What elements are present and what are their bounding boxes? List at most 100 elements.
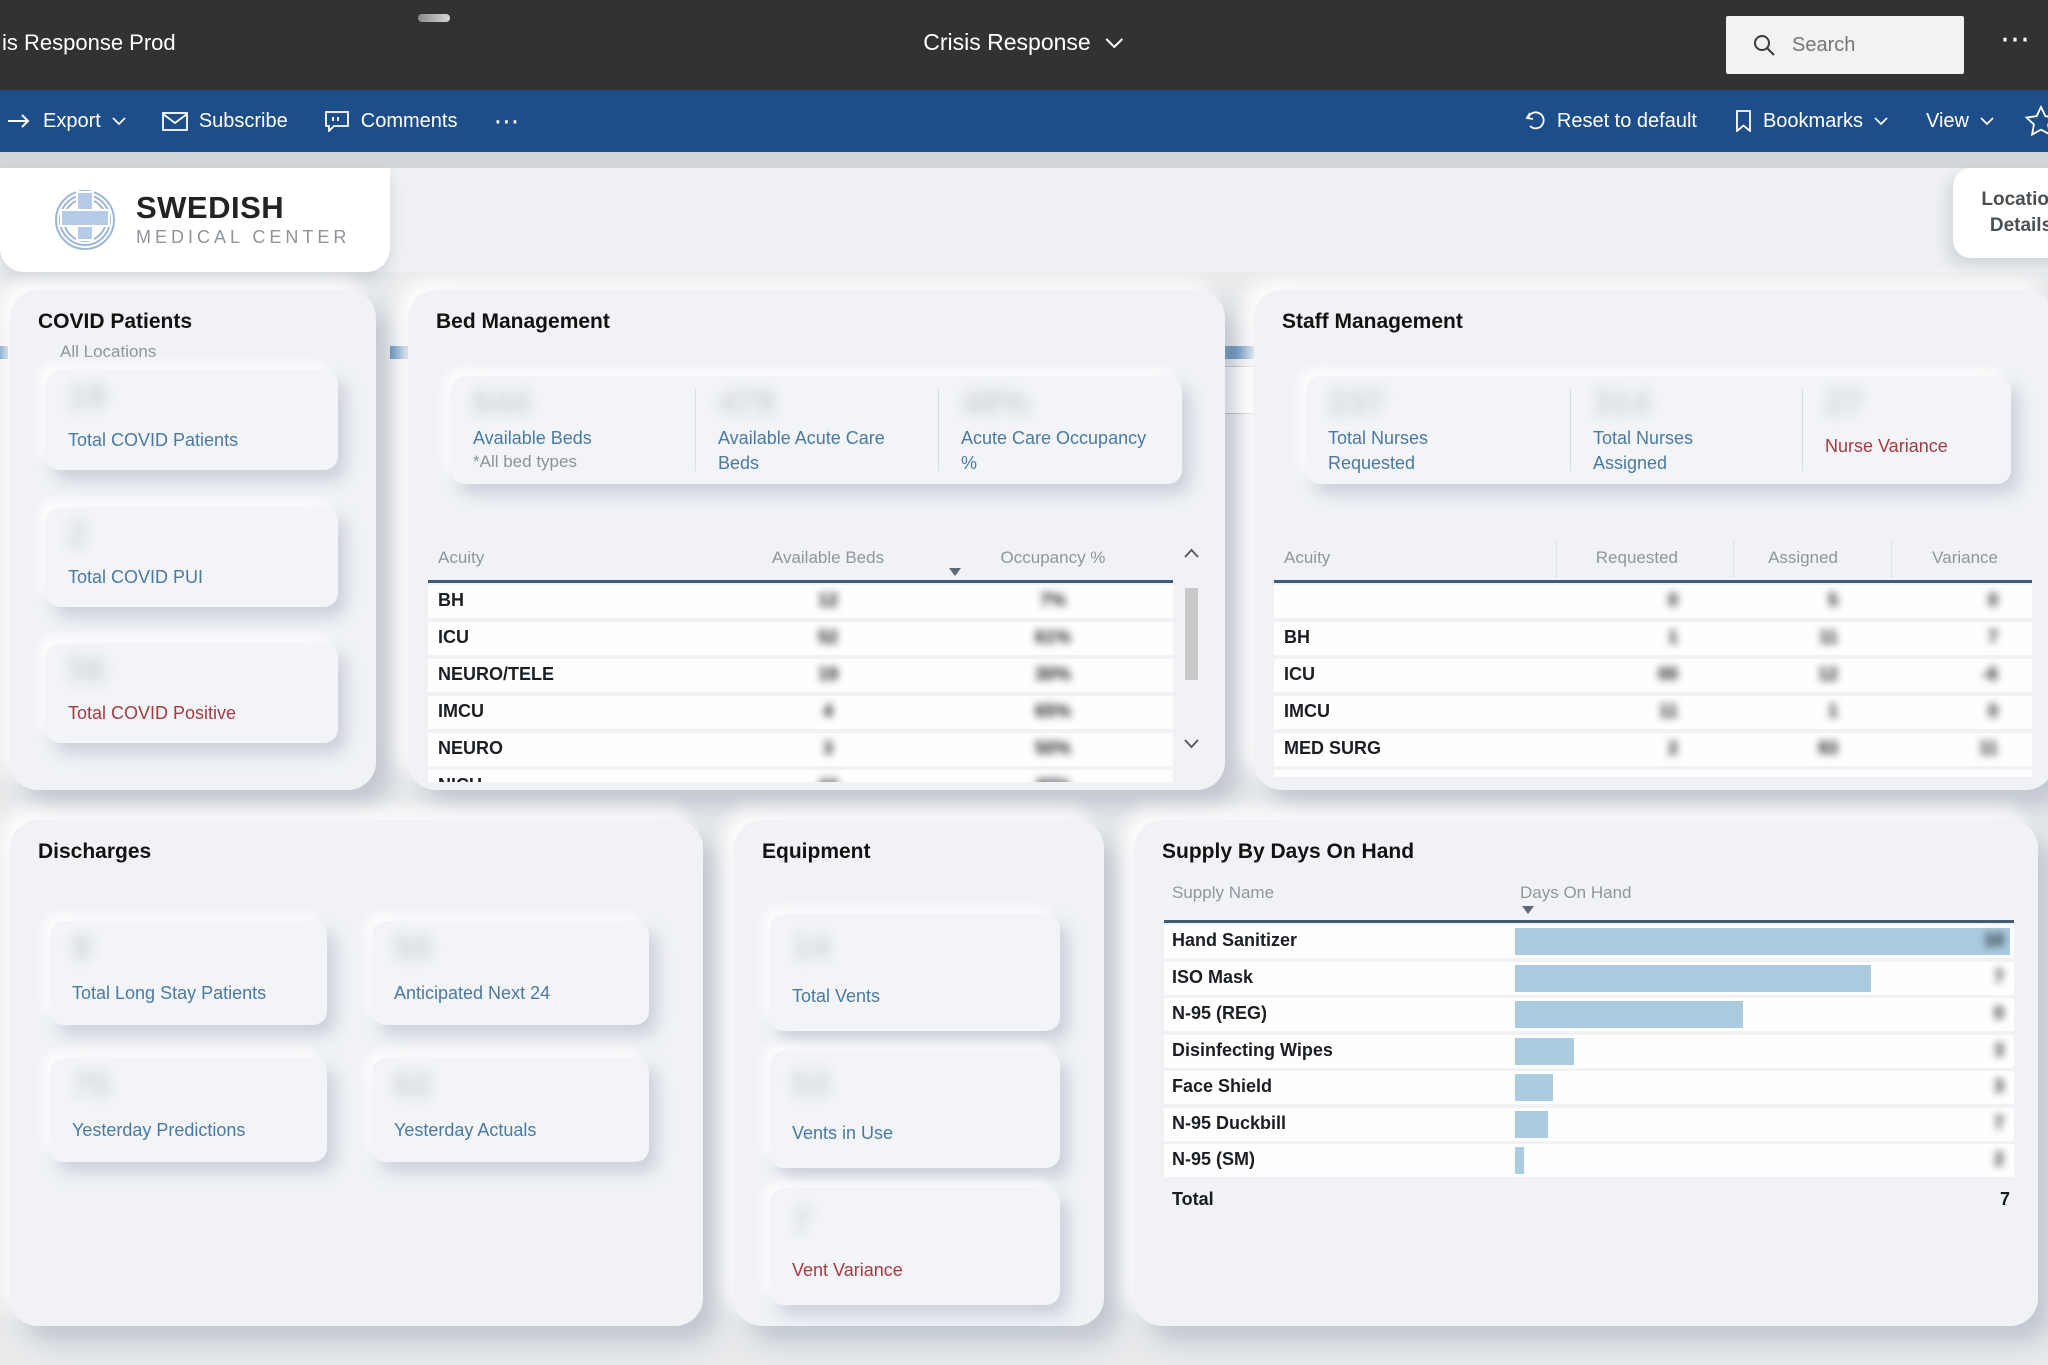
kpi-value-redacted: 14 xyxy=(792,928,830,966)
kpi-value-redacted: 2 xyxy=(68,515,87,553)
table-row[interactable]: N-95 (REG) 0 xyxy=(1164,998,2014,1031)
reset-label: Reset to default xyxy=(1556,109,1697,132)
table-row[interactable]: Disinfecting Wipes 3 xyxy=(1164,1034,2014,1068)
column-header-requested[interactable]: Requested xyxy=(1528,548,1678,568)
kpi-vents-in-use[interactable]: 53 Vents in Use xyxy=(770,1051,1060,1168)
kpi-yesterday-predictions[interactable]: 75 Yesterday Predictions xyxy=(50,1058,327,1162)
kpi-label: Total COVID PUI xyxy=(68,567,204,587)
kpi-value-redacted: 237 xyxy=(1328,384,1385,422)
column-header-acuity[interactable]: Acuity xyxy=(438,548,484,568)
kpi-label: Total Long Stay Patients xyxy=(72,983,267,1003)
chevron-down-icon xyxy=(1980,116,1994,125)
chevron-down-icon xyxy=(1874,116,1888,125)
accent-strip-left xyxy=(0,346,8,359)
card-title: Discharges xyxy=(38,840,152,863)
table-row[interactable]: N-95 (SM) 2 xyxy=(1164,1144,2014,1177)
kpi-value-redacted: 48% xyxy=(961,384,1030,422)
reset-to-default-button[interactable]: Reset to default xyxy=(1524,110,1697,133)
scroll-up-icon[interactable] xyxy=(1183,548,1200,559)
kpi-label: Nurse Variance xyxy=(1825,436,1948,456)
kpi-label: Total Vents xyxy=(792,986,881,1006)
days-on-hand-bar xyxy=(1515,1074,1553,1101)
bed-kpi-strip[interactable]: 644 Available Beds *All bed types 479 Av… xyxy=(451,376,1182,484)
kpi-label: Vents in Use xyxy=(792,1123,894,1143)
kpi-value-redacted: 75 xyxy=(72,1066,110,1104)
kpi-value-redacted: 50 xyxy=(394,929,432,967)
kpi-value-redacted: 314 xyxy=(1593,384,1650,422)
card-title: Staff Management xyxy=(1282,310,1463,333)
table-row[interactable]: Hand Sanitizer 10 xyxy=(1164,925,2014,958)
table-row[interactable]: NEURO 3 50% xyxy=(428,733,1173,766)
table-row[interactable]: BH 12 7% xyxy=(428,585,1173,618)
column-header-occupancy[interactable]: Occupancy % xyxy=(968,548,1138,568)
table-row[interactable]: ICU 00 12 -6 xyxy=(1274,659,2032,692)
column-header-days-on-hand[interactable]: Days On Hand xyxy=(1520,883,1632,903)
column-header-variance[interactable]: Variance xyxy=(1848,548,1998,568)
table-row[interactable]: IMCU 11 1 0 xyxy=(1274,696,2032,729)
swedish-emblem-icon xyxy=(52,184,118,256)
workspace-title: is Response Prod xyxy=(2,30,176,55)
kpi-total-covid-positive[interactable]: 56 Total COVID Positive xyxy=(46,643,338,743)
kpi-label: Available Acute Care Beds xyxy=(718,428,885,473)
table-row[interactable]: Face Shield 3 xyxy=(1164,1071,2014,1104)
staff-management-card: Staff Management 237 Total Nurses Reques… xyxy=(1254,290,2048,790)
report-title: Crisis Response xyxy=(923,29,1091,55)
subscribe-label: Subscribe xyxy=(198,109,288,132)
bookmarks-button[interactable]: Bookmarks xyxy=(1735,110,1888,133)
view-button[interactable]: View xyxy=(1926,110,1994,133)
more-options-button[interactable]: ⋯ xyxy=(2000,22,2032,57)
staff-kpi-strip[interactable]: 237 Total Nurses Requested 314 Total Nur… xyxy=(1306,376,2011,484)
search-icon xyxy=(1752,33,1776,57)
table-row-clipped[interactable]: NICU 44 40% xyxy=(428,770,1173,782)
kpi-total-covid-patients[interactable]: 19 Total COVID Patients xyxy=(46,370,338,470)
kpi-value-redacted: 27 xyxy=(1825,384,1863,422)
table-row[interactable]: ISO Mask 7 xyxy=(1164,961,2014,995)
kpi-value-redacted: 7 xyxy=(792,1202,811,1240)
kpi-total-covid-pui[interactable]: 2 Total COVID PUI xyxy=(46,507,338,607)
bookmark-icon xyxy=(1735,110,1752,132)
kpi-anticipated-next-24[interactable]: 50 Anticipated Next 24 xyxy=(372,921,649,1025)
window-drag-handle xyxy=(418,14,450,22)
location-details-button[interactable]: Location Details xyxy=(1953,168,2048,258)
kpi-label: Total Nurses Requested xyxy=(1328,428,1429,473)
comments-button[interactable]: Comments xyxy=(324,110,457,133)
kpi-label: Available Beds xyxy=(473,428,592,448)
table-row[interactable]: ICU 52 61% xyxy=(428,622,1173,655)
table-row-clipped[interactable] xyxy=(1274,770,2032,777)
kpi-label: Acute Care Occupancy % xyxy=(961,428,1147,473)
kpi-label: Vent Variance xyxy=(792,1260,903,1280)
kpi-total-long-stay[interactable]: 9 Total Long Stay Patients xyxy=(50,921,327,1025)
days-on-hand-bar xyxy=(1515,1001,1743,1028)
kpi-label: Anticipated Next 24 xyxy=(394,983,551,1003)
search-input[interactable]: Search xyxy=(1726,16,1964,74)
table-row[interactable]: MED SURG 2 93 11 xyxy=(1274,733,2032,766)
table-row[interactable]: NEURO/TELE 19 30% xyxy=(428,659,1173,692)
scroll-down-icon[interactable] xyxy=(1183,738,1200,749)
hospital-logo: SWEDISH MEDICAL CENTER xyxy=(0,168,390,272)
chevron-down-icon xyxy=(112,116,126,125)
column-header-assigned[interactable]: Assigned xyxy=(1688,548,1838,568)
column-header-available-beds[interactable]: Available Beds xyxy=(728,548,928,568)
table-row[interactable]: BH 1 11 7 xyxy=(1274,622,2032,655)
more-commands-button[interactable]: ⋯ xyxy=(493,106,519,137)
kpi-value-redacted: 53 xyxy=(792,1065,830,1103)
export-button[interactable]: Export xyxy=(8,110,126,133)
logo-name: SWEDISH xyxy=(136,190,285,225)
subscribe-button[interactable]: Subscribe xyxy=(161,109,288,133)
kpi-yesterday-actuals[interactable]: 62 Yesterday Actuals xyxy=(372,1058,649,1162)
view-label: View xyxy=(1926,109,1969,132)
table-row[interactable]: N-95 Duckbill 7 xyxy=(1164,1107,2014,1141)
scrollbar-thumb[interactable] xyxy=(1185,588,1198,680)
location-details-label: Location Details xyxy=(1981,189,2048,236)
kpi-vent-variance[interactable]: 7 Vent Variance xyxy=(770,1188,1060,1305)
favorite-star-icon[interactable] xyxy=(2024,105,2048,137)
column-header-acuity[interactable]: Acuity xyxy=(1284,548,1330,568)
table-row[interactable]: IMCU 4 65% xyxy=(428,696,1173,729)
bed-acuity-table: Acuity Available Beds Occupancy % BH 12 … xyxy=(428,540,1203,782)
column-header-supply-name[interactable]: Supply Name xyxy=(1172,883,1274,903)
total-value: 7 xyxy=(1999,1189,2010,1209)
report-title-dropdown[interactable]: Crisis Response xyxy=(923,29,1124,56)
table-row[interactable]: 0 5 0 xyxy=(1274,585,2032,618)
kpi-total-vents[interactable]: 14 Total Vents xyxy=(770,914,1060,1031)
comment-bubble-icon xyxy=(324,110,350,132)
